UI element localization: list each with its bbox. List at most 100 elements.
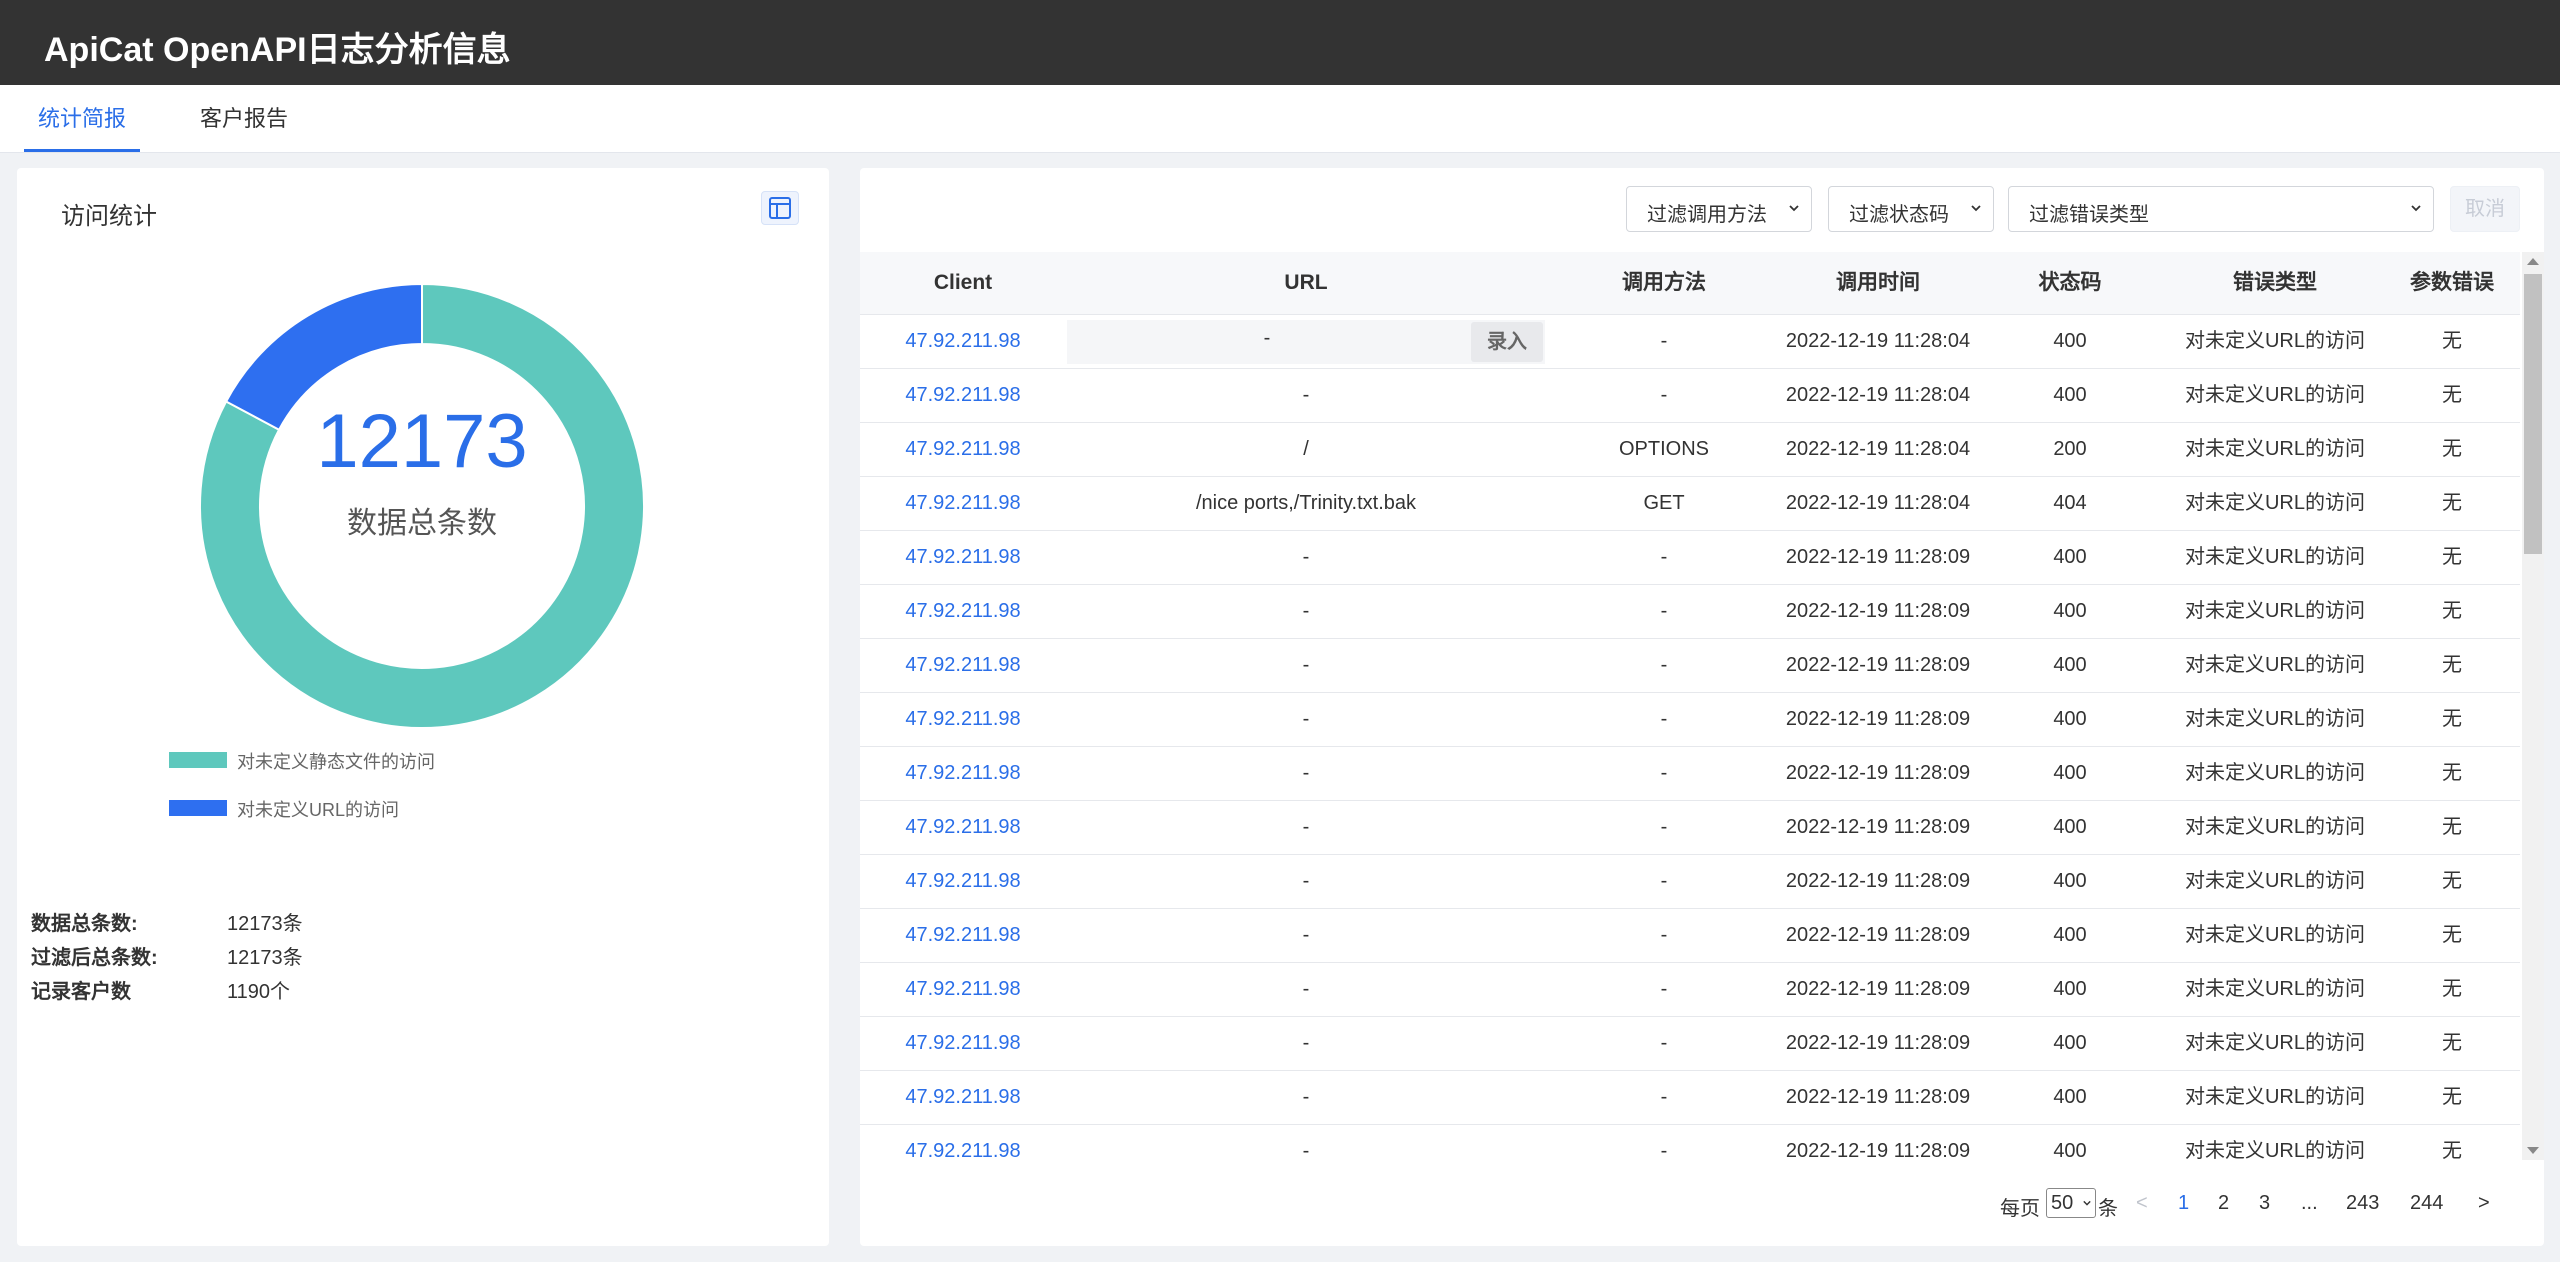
cell-time: 2022-12-19 11:28:04 [1785,384,1971,406]
cell-client[interactable]: 47.92.211.98 [860,368,1066,422]
table-row[interactable]: 47.92.211.98 / OPTIONS 2022-12-19 11:28:04 2… [860,422,2520,477]
page-size-select[interactable]: 50 [2046,1188,2096,1218]
cell-client[interactable]: 47.92.211.98 [860,962,1066,1016]
cell-param-error: 无 [2442,384,2462,406]
column-header-error-type[interactable]: 错误类型 [2166,252,2384,314]
column-header-status[interactable]: 状态码 [1974,252,2166,314]
cell-url: - [1302,384,1310,406]
table-row[interactable]: 47.92.211.98 - - 2022-12-19 11:28:09 400 对未定义… [860,1016,2520,1071]
page-button-244[interactable]: 244 [2410,1192,2443,1215]
page-button-243[interactable]: 243 [2346,1192,2379,1215]
cell-client[interactable]: 47.92.211.98 [860,1070,1066,1124]
cancel-button[interactable]: 取消 [2450,186,2520,232]
table-view-button[interactable] [761,191,799,225]
cell-param-error: 无 [2442,546,2462,568]
cell-method: - [1660,762,1668,784]
stats-panel: 访问统计 12173 数据总条数 对未定义静态文件的访问 对未定义URL的访问 … [17,168,829,1246]
column-header-client[interactable]: Client [860,252,1066,314]
cell-url: - [1302,1140,1310,1160]
cell-error-type: 对未定义URL的访问 [2184,708,2365,730]
cell-error-type: 对未定义URL的访问 [2184,978,2365,1000]
table-row[interactable]: 47.92.211.98 - - 2022-12-19 11:28:09 400 对未定义… [860,800,2520,855]
table-row[interactable]: 47.92.211.98- 录入 -2022-12-19 11:28:04 400 对未… [860,314,2520,369]
cell-url[interactable]: - [1067,320,1467,356]
table-row[interactable]: 47.92.211.98 - - 2022-12-19 11:28:09 400 对未定义… [860,1070,2520,1125]
cell-client[interactable]: 47.92.211.98 [860,1016,1066,1070]
next-page-button[interactable]: > [2478,1192,2490,1215]
table-row[interactable]: 47.92.211.98 - - 2022-12-19 11:28:09 400 对未定义… [860,692,2520,747]
panel-title: 访问统计 [61,203,157,230]
cell-time: 2022-12-19 11:28:04 [1785,330,1971,352]
column-header-url[interactable]: URL [1066,252,1546,314]
cell-client[interactable]: 47.92.211.98 [860,638,1066,692]
record-button[interactable]: 录入 [1471,322,1543,362]
table-scrollbar[interactable] [2522,252,2544,1160]
legend-item[interactable]: 对未定义静态文件的访问 [169,748,769,772]
cell-method: - [1660,870,1668,892]
page-ellipsis[interactable]: ... [2301,1192,2318,1215]
table-row[interactable]: 47.92.211.98 - - 2022-12-19 11:28:09 400 对未定义… [860,854,2520,909]
cell-status: 400 [2053,1032,2087,1054]
cell-url: /nice ports,/Trinity.txt.bak [1195,492,1417,514]
cell-param-error: 无 [2442,492,2462,514]
cell-client[interactable]: 47.92.211.98 [860,692,1066,746]
cell-client[interactable]: 47.92.211.98 [860,746,1066,800]
cell-url: - [1302,816,1310,838]
table-row[interactable]: 47.92.211.98/nice ports,/Trinity.txt.bak… [860,476,2520,531]
tab-summary[interactable]: 统计简报 [23,85,141,152]
cell-client[interactable]: 47.92.211.98 [860,854,1066,908]
table-row[interactable]: 47.92.211.98 - - 2022-12-19 11:28:09 400 对未定义… [860,638,2520,693]
legend-item[interactable]: 对未定义URL的访问 [169,796,769,820]
table-row[interactable]: 47.92.211.98 - - 2022-12-19 11:28:04 400 对未定义… [860,368,2520,423]
stat-row: 数据总条数: 12173条 [31,903,811,937]
prev-page-button[interactable]: < [2136,1192,2148,1215]
page-button-3[interactable]: 3 [2259,1192,2270,1215]
cell-client[interactable]: 47.92.211.98 [860,908,1066,962]
cell-error-type: 对未定义URL的访问 [2184,816,2365,838]
table-row[interactable]: 47.92.211.98 - - 2022-12-19 11:28:09 400 对未定义… [860,746,2520,801]
chevron-down-icon [1789,205,1799,212]
cell-client[interactable]: 47.92.211.98 [860,314,1066,368]
cell-client[interactable]: 47.92.211.98 [860,800,1066,854]
scroll-thumb[interactable] [2524,274,2542,554]
url-input-editor[interactable]: - 录入 [1067,320,1545,364]
cell-param-error: 无 [2442,330,2462,352]
table-row[interactable]: 47.92.211.98 - - 2022-12-19 11:28:09 400 对未定义… [860,584,2520,639]
cell-client[interactable]: 47.92.211.98 [860,530,1066,584]
tab-customer-report[interactable]: 客户报告 [200,85,288,152]
cell-status: 400 [2053,600,2087,622]
cell-time: 2022-12-19 11:28:09 [1785,600,1971,622]
cell-client[interactable]: 47.92.211.98 [860,422,1066,476]
table-row[interactable]: 47.92.211.98 - - 2022-12-19 11:28:09 400 对未定义… [860,908,2520,963]
cell-url: - [1302,1032,1310,1054]
error-type-filter-select[interactable]: 过滤错误类型 [2008,186,2434,232]
cell-url: - [1302,546,1310,568]
cell-param-error: 无 [2442,654,2462,676]
cell-method: - [1660,330,1668,352]
method-filter-select[interactable]: 过滤调用方法 [1626,186,1812,232]
column-header-method[interactable]: 调用方法 [1546,252,1782,314]
page-button-1[interactable]: 1 [2178,1192,2189,1215]
cell-param-error: 无 [2442,1086,2462,1108]
column-header-param-error[interactable]: 参数错误 [2384,252,2520,314]
column-header-time[interactable]: 调用时间 [1782,252,1974,314]
cell-status: 400 [2053,1086,2087,1108]
cell-method: - [1660,600,1668,622]
cell-client[interactable]: 47.92.211.98 [860,476,1066,530]
stat-value: 12173条 [227,913,303,935]
table-row[interactable]: 47.92.211.98 - - 2022-12-19 11:28:09 400 对未定义… [860,962,2520,1017]
stat-value: 12173条 [227,947,303,969]
cell-client[interactable]: 47.92.211.98 [860,584,1066,638]
legend-swatch [169,752,227,768]
page-button-2[interactable]: 2 [2218,1192,2229,1215]
table-row[interactable]: 47.92.211.98 - - 2022-12-19 11:28:09 400 对未定义… [860,1124,2520,1160]
legend-swatch [169,800,227,816]
cell-error-type: 对未定义URL的访问 [2184,870,2365,892]
cell-client[interactable]: 47.92.211.98 [860,1124,1066,1160]
scroll-up-arrow-icon[interactable] [2527,258,2539,265]
scroll-down-arrow-icon[interactable] [2527,1147,2539,1154]
status-filter-select[interactable]: 过滤状态码 [1828,186,1994,232]
cell-param-error: 无 [2442,1032,2462,1054]
table-row[interactable]: 47.92.211.98 - - 2022-12-19 11:28:09 400 对未定义… [860,530,2520,585]
cell-status: 400 [2053,384,2087,406]
